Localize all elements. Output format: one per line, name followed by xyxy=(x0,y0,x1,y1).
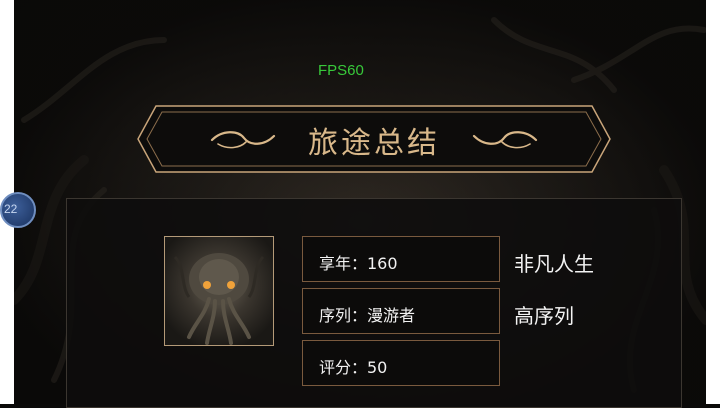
eldritch-creature-icon xyxy=(173,253,265,345)
right-letterbox xyxy=(706,0,720,404)
banner-title: 旅途总结 xyxy=(308,126,440,161)
fps-counter: FPS60 xyxy=(318,62,364,79)
stat-sequence-label: 序列：漫游者 xyxy=(319,306,416,325)
tag-extraordinary-life: 非凡人生 xyxy=(514,252,594,276)
stat-age-label: 享年：160 xyxy=(319,254,398,273)
stat-age-box: 享年：160 xyxy=(302,236,500,282)
side-float-button[interactable]: 22 xyxy=(0,192,36,228)
title-banner: 旅途总结 xyxy=(136,104,612,174)
stat-sequence-box: 序列：漫游者 xyxy=(302,288,500,334)
tag-high-sequence: 高序列 xyxy=(514,304,574,328)
side-float-button-text: 22 xyxy=(4,202,18,216)
portrait-image xyxy=(164,236,274,346)
stat-score-box: 评分：50 xyxy=(302,340,500,386)
stat-score-label: 评分：50 xyxy=(319,358,388,377)
